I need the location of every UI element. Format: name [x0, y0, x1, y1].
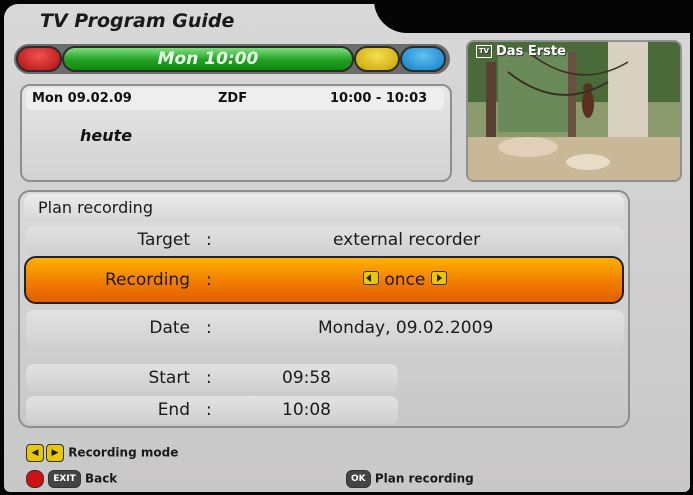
end-colon: :: [206, 400, 212, 420]
start-value: 09:58: [282, 368, 331, 388]
plan-recording-label: Plan recording: [374, 471, 474, 486]
start-label: Start: [148, 368, 190, 388]
panel-corner: [374, 0, 693, 33]
red-dot-icon: [26, 470, 44, 488]
arrow-right-icon[interactable]: [430, 271, 447, 285]
recording-value-group: once: [363, 270, 447, 290]
plan-recording-title: Plan recording: [38, 198, 153, 217]
back-label: Back: [84, 471, 118, 486]
program-channel: ZDF: [218, 91, 248, 106]
program-title: heute: [80, 126, 133, 145]
program-date: Mon 09.02.09: [32, 91, 132, 106]
date-colon: :: [206, 318, 212, 338]
exit-key-icon: EXIT: [48, 470, 81, 488]
channel-preview: [466, 40, 682, 182]
green-button-label: Mon 10:00: [157, 49, 259, 69]
ok-key-icon: OK: [346, 470, 371, 488]
preview-channel-name: Das Erste: [496, 44, 566, 59]
preview-channel-label: TV Das Erste: [476, 44, 566, 59]
yellow-button[interactable]: [354, 46, 400, 72]
end-label: End: [157, 400, 190, 420]
target-colon: :: [206, 230, 212, 250]
tv-icon: TV: [476, 45, 492, 58]
date-label: Date: [149, 318, 190, 338]
red-button[interactable]: [16, 46, 62, 72]
arrow-left-icon[interactable]: [363, 271, 379, 285]
date-value: Monday, 09.02.2009: [318, 318, 494, 338]
program-time-range: 10:00 - 10:03: [330, 91, 428, 106]
preview-image: [468, 42, 680, 180]
screen: TV Program Guide Mon 10:00 Mon 09.02.09 …: [0, 0, 693, 495]
target-label: Target: [137, 230, 190, 250]
blue-button[interactable]: [400, 46, 446, 72]
legend-back[interactable]: EXIT Back: [26, 470, 117, 488]
end-value: 10:08: [282, 400, 331, 420]
legend-plan-recording[interactable]: OK Plan recording: [346, 470, 474, 488]
yellow-left-arrow-icon: ◀: [26, 444, 44, 462]
recording-mode-hint: Recording mode: [68, 445, 179, 460]
legend-recording-mode: ◀ ▶ Recording mode: [26, 444, 178, 462]
yellow-right-arrow-icon: ▶: [46, 444, 64, 462]
start-colon: :: [206, 368, 212, 388]
page-title: TV Program Guide: [40, 10, 235, 32]
recording-label: Recording: [104, 270, 190, 290]
recording-value: once: [384, 270, 426, 290]
recording-colon: :: [206, 270, 212, 290]
target-value: external recorder: [333, 230, 481, 250]
